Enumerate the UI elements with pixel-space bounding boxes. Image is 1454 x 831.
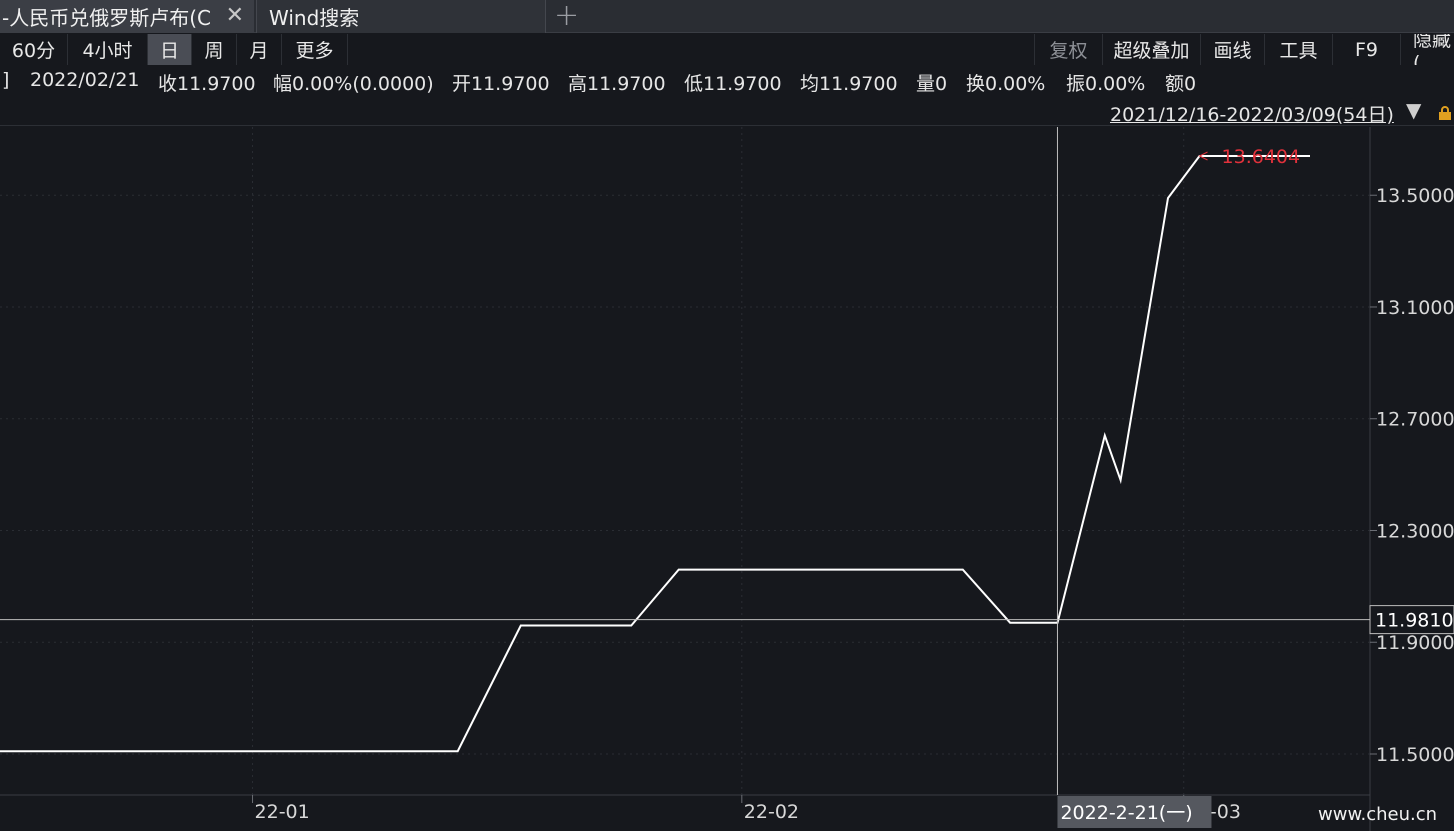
price-chart[interactable]: 13.5000 13.1000 12.7000 12.3000 11.9000 11.50… — [0, 127, 1454, 831]
info-amplitude: 振0.00% — [1066, 73, 1146, 95]
tab-rub-cny[interactable]: -人民币兑俄罗斯卢布(C ✕ — [0, 0, 254, 33]
crosshair-x-label: 2022-2-21(一) — [1060, 802, 1192, 824]
quote-info-bar: ] 2022/02/21 收11.9700 幅0.00%(0.0000) 开11… — [0, 66, 1454, 96]
info-date: 2022/02/21 — [30, 69, 140, 91]
period-month-button[interactable]: 月 — [237, 34, 282, 65]
x-tick-label: 22-01 — [255, 801, 310, 823]
info-change: 幅0.00%(0.0000) — [273, 73, 434, 95]
adjust-button[interactable]: 复权 — [1034, 34, 1102, 65]
info-volume: 量0 — [916, 73, 948, 95]
crosshair-y-label: 11.9810 — [1375, 610, 1454, 632]
period-week-button[interactable]: 周 — [192, 34, 237, 65]
crosshair: 11.9810 2022-2-21(一) — [0, 127, 1454, 828]
period-4h-button[interactable]: 4小时 — [68, 34, 148, 65]
x-tick-label: 22-02 — [744, 801, 799, 823]
draw-line-button[interactable]: 画线 — [1200, 34, 1264, 65]
info-amount: 额0 — [1165, 73, 1197, 95]
info-bracket: ] — [2, 69, 10, 91]
y-tick-label: 11.5000 — [1376, 744, 1454, 766]
y-tick-label: 13.5000 — [1376, 185, 1454, 207]
y-tick-label: 12.7000 — [1376, 409, 1454, 431]
max-value-label: 13.6404 — [1222, 146, 1301, 168]
info-turnover: 换0.00% — [966, 73, 1046, 95]
info-high: 高11.9700 — [568, 73, 666, 95]
info-avg: 均11.9700 — [800, 73, 898, 95]
tools-button[interactable]: 工具 — [1264, 34, 1332, 65]
date-range-bar: 2021/12/16-2022/03/09(54日) ▼ — [0, 98, 1454, 126]
toolbar: 60分 4小时 日 周 月 更多 复权 超级叠加 画线 工具 F9 隐藏( — [0, 34, 1454, 65]
period-60min-button[interactable]: 60分 — [0, 34, 68, 65]
period-more-button[interactable]: 更多 — [282, 34, 348, 65]
tab-label: Wind搜索 — [269, 6, 360, 30]
period-day-button[interactable]: 日 — [148, 34, 192, 65]
add-tab-icon[interactable]: + — [554, 0, 579, 33]
date-range-label[interactable]: 2021/12/16-2022/03/09(54日) — [1110, 100, 1394, 127]
info-low: 低11.9700 — [684, 73, 782, 95]
close-icon[interactable]: ✕ — [226, 3, 244, 28]
tab-label: -人民币兑俄罗斯卢布(C — [2, 6, 211, 30]
y-tick-label: 12.3000 — [1376, 520, 1454, 542]
y-tick-label: 11.9000 — [1376, 632, 1454, 654]
super-overlay-button[interactable]: 超级叠加 — [1102, 34, 1200, 65]
watermark: www.cheu.cn — [1318, 804, 1438, 825]
info-open: 开11.9700 — [452, 73, 550, 95]
tab-bar: -人民币兑俄罗斯卢布(C ✕ Wind搜索 + — [0, 0, 1454, 33]
tab-wind-search[interactable]: Wind搜索 — [256, 0, 546, 33]
info-close: 收11.9700 — [158, 73, 256, 95]
y-tick-label: 13.1000 — [1376, 297, 1454, 319]
hide-button[interactable]: 隐藏( — [1400, 34, 1454, 65]
dropdown-arrow-icon[interactable]: ▼ — [1406, 98, 1421, 122]
price-line — [0, 155, 1310, 753]
f9-button[interactable]: F9 — [1332, 34, 1400, 65]
y-axis-ticks: 13.5000 13.1000 12.7000 12.3000 11.9000 11.50… — [1370, 185, 1454, 766]
lock-icon[interactable] — [1438, 106, 1452, 120]
chart-grid — [0, 127, 1370, 795]
